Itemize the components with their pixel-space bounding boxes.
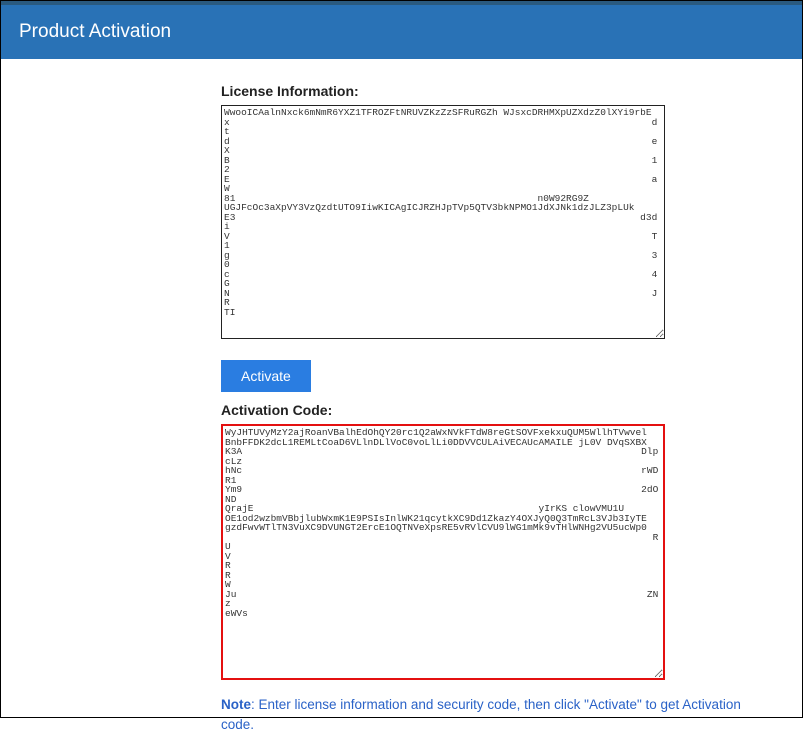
note-text: Note: Enter license information and secu… (221, 695, 741, 736)
page-header: Product Activation (1, 1, 802, 59)
activate-button[interactable]: Activate (221, 360, 311, 392)
button-row: Activate (221, 360, 778, 392)
activation-textarea[interactable] (221, 424, 665, 680)
license-textarea[interactable] (221, 105, 665, 339)
note-bold: Note (221, 697, 251, 712)
license-label: License Information: (221, 83, 778, 99)
page-title: Product Activation (19, 21, 171, 42)
content-area: License Information: Activate Activation… (1, 59, 802, 746)
note-body: : Enter license information and security… (221, 697, 741, 732)
activation-label: Activation Code: (221, 402, 778, 418)
